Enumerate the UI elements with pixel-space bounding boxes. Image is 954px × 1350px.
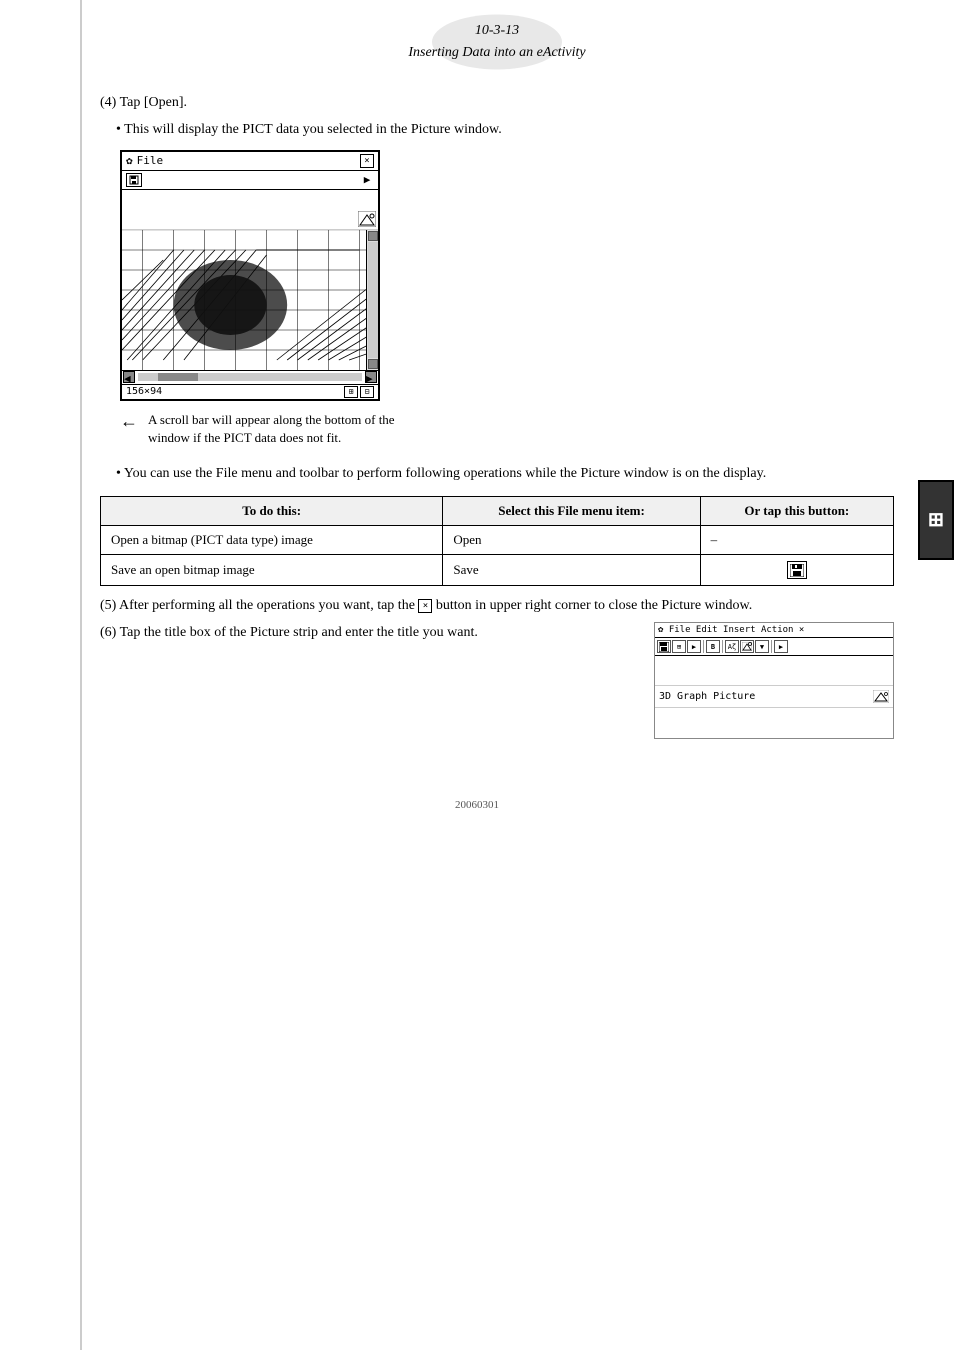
step5-text-after: button in upper right corner to close th…	[436, 598, 752, 613]
pic-image-area	[122, 230, 378, 370]
left-border	[80, 0, 82, 1350]
footer-date: 20060301	[455, 799, 499, 811]
save-icon	[787, 561, 807, 579]
table-row1-menu: Open	[443, 526, 700, 555]
pic-zoom-btn[interactable]: ⊞	[344, 386, 358, 398]
ss-tb-az[interactable]: Aζ	[725, 640, 739, 653]
table-col1-header: To do this:	[101, 497, 443, 526]
table-col3-header: Or tap this button:	[700, 497, 893, 526]
table-row1-action: Open a bitmap (PICT data type) image	[101, 526, 443, 555]
step6-text: (6) Tap the title box of the Picture str…	[100, 622, 634, 644]
ss-tb-btn3[interactable]: ▶	[687, 640, 701, 653]
pic-scrollbar-h[interactable]: ◀ ▶	[122, 370, 378, 384]
step4-main: (4) Tap [Open].	[100, 95, 894, 111]
ss-strip-mountain-icon	[873, 690, 889, 703]
small-screenshot: ✿ File Edit Insert Action × ⊞ ▶ B	[654, 622, 894, 739]
pic-empty-area	[122, 190, 378, 230]
save-icon-cell	[711, 561, 883, 579]
pic-titlebar-left: ✿ File	[126, 154, 163, 167]
ss-tb-mountain[interactable]	[740, 640, 754, 653]
page-title: Inserting Data into an eActivity	[100, 42, 894, 64]
ss-toolbar: ⊞ ▶ B Aζ ▼ ▶	[655, 638, 893, 656]
pic-toolbar: ▶	[122, 171, 378, 190]
page-container: ⊞ 10-3-13 Inserting Data into an eActivi…	[0, 0, 954, 1350]
pic-sv-bottom[interactable]	[368, 359, 378, 369]
side-tab: ⊞	[918, 480, 954, 560]
info-table: To do this: Select this File menu item: …	[100, 496, 894, 586]
ss-tb-btn2[interactable]: ⊞	[672, 640, 686, 653]
pic-graph-svg	[122, 230, 378, 370]
pic-scrollbar-v[interactable]	[366, 230, 378, 370]
pic-sv-track	[368, 242, 378, 358]
pic-scrollbar-h-track	[138, 373, 362, 381]
page-header: 10-3-13 Inserting Data into an eActivity	[100, 20, 894, 65]
table-col2-header: Select this File menu item:	[443, 497, 700, 526]
pic-apple-icon: ✿	[126, 154, 133, 167]
ss-strip-text[interactable]: 3D Graph Picture	[659, 691, 755, 702]
ss-tb-sep1	[703, 640, 704, 653]
table-header-row: To do this: Select this File menu item: …	[101, 497, 894, 526]
pic-mountain-icon-top	[358, 211, 376, 227]
table-row2-button	[700, 555, 893, 586]
ss-titlebar: ✿ File Edit Insert Action ×	[655, 623, 893, 638]
page-footer: 20060301	[0, 799, 954, 811]
scrollbar-note-text: A scroll bar will appear along the botto…	[148, 411, 428, 447]
pic-sv-top[interactable]	[368, 231, 378, 241]
pic-arrow-right: ▶	[360, 173, 374, 187]
table-row1-button: –	[700, 526, 893, 555]
x-button-inline: ×	[418, 599, 432, 613]
step5-text-before: (5) After performing all the operations …	[100, 598, 415, 613]
ss-strip-row: 3D Graph Picture	[655, 686, 893, 708]
ss-bottom-area	[655, 708, 893, 738]
step5-text: (5) After performing all the operations …	[100, 598, 894, 614]
picture-window: ✿ File × ▶	[120, 150, 380, 401]
ss-tb-b[interactable]: B	[706, 640, 720, 653]
table-row2-action: Save an open bitmap image	[101, 555, 443, 586]
ss-tb-sep2	[722, 640, 723, 653]
ss-content-area	[655, 656, 893, 686]
ss-menubar-text: ✿ File Edit Insert Action ×	[658, 625, 804, 635]
scrollbar-note: ← A scroll bar will appear along the bot…	[100, 411, 894, 447]
scrollbar-arrow-icon: ←	[120, 411, 138, 432]
side-tab-icon: ⊞	[928, 510, 945, 530]
table-row-1: Open a bitmap (PICT data type) image Ope…	[101, 526, 894, 555]
header-text: 10-3-13 Inserting Data into an eActivity	[100, 20, 894, 65]
pic-size-label: 156×94	[126, 386, 162, 397]
pic-title-text: File	[137, 154, 164, 167]
pic-statusbar: 156×94 ⊞ ⊟	[122, 384, 378, 399]
step4-bullet1: This will display the PICT data you sele…	[116, 119, 894, 140]
pic-statusbar-right: ⊞ ⊟	[344, 386, 374, 398]
ss-tb-arrow-right[interactable]: ▶	[774, 640, 788, 653]
step6-row: (6) Tap the title box of the Picture str…	[100, 622, 894, 739]
pic-scrollbar-h-right[interactable]: ▶	[365, 371, 377, 383]
pic-scrollbar-h-left[interactable]: ◀	[123, 371, 135, 383]
table-row-2: Save an open bitmap image Save	[101, 555, 894, 586]
step4-bullet2: You can use the File menu and toolbar to…	[116, 463, 894, 484]
pic-titlebar: ✿ File ×	[122, 152, 378, 171]
pic-close-btn[interactable]: ×	[360, 154, 374, 168]
pic-save-btn[interactable]	[126, 173, 142, 187]
pic-scrollbar-h-thumb	[158, 373, 198, 381]
table-row2-menu: Save	[443, 555, 700, 586]
pic-close-x: ×	[364, 156, 369, 166]
pic-fit-btn[interactable]: ⊟	[360, 386, 374, 398]
content-area: 10-3-13 Inserting Data into an eActivity…	[100, 0, 894, 739]
ss-tb-save[interactable]	[657, 640, 671, 653]
ss-tb-dropdown[interactable]: ▼	[755, 640, 769, 653]
ss-tb-sep3	[771, 640, 772, 653]
page-num: 10-3-13	[100, 20, 894, 42]
